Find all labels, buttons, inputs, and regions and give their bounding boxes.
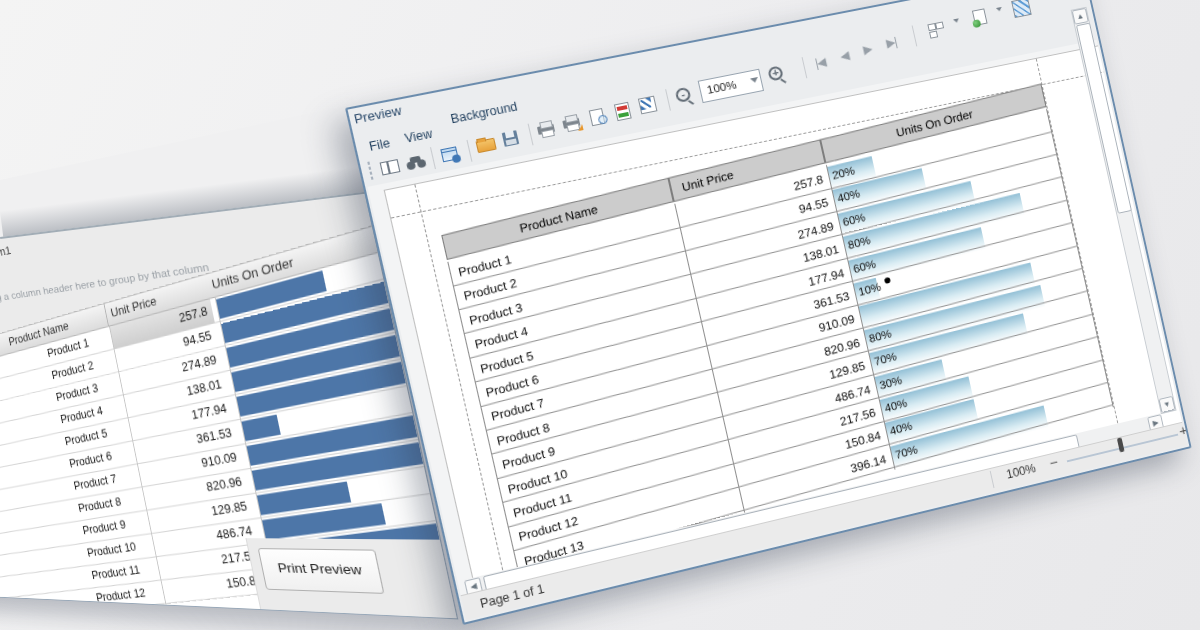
watermark-icon[interactable]	[1011, 0, 1032, 18]
table-column-line	[502, 503, 509, 529]
zoom-out-icon[interactable]: -	[673, 85, 695, 106]
docking-icon[interactable]	[378, 156, 401, 178]
zoom-in-icon[interactable]: +	[766, 64, 788, 85]
open-folder-icon[interactable]	[475, 134, 498, 155]
zoom-slider-thumb[interactable]	[1117, 437, 1125, 452]
page-setup-icon[interactable]	[586, 106, 608, 127]
cell-product-name: Product 10	[86, 540, 137, 559]
zoom-out-control[interactable]: −	[1048, 453, 1060, 471]
mouse-cursor	[884, 277, 891, 284]
last-page-icon[interactable]: ▶|	[884, 33, 898, 52]
window-title: Preview	[353, 104, 403, 127]
table-column-line	[491, 455, 498, 481]
cell-product-name: Product 5	[64, 427, 109, 448]
zoom-percentage: 100%	[1005, 461, 1037, 481]
previous-page-icon[interactable]: ◀	[839, 46, 851, 65]
preview-surface: Product Name Unit Price Units On Order P…	[367, 40, 1182, 598]
search-icon[interactable]	[404, 151, 427, 173]
cell-product-name: Product 11	[91, 563, 142, 582]
zoom-in-control[interactable]: +	[1177, 421, 1189, 439]
first-page-icon[interactable]: |◀	[813, 53, 827, 72]
customize-icon[interactable]	[439, 144, 462, 166]
print-preview-window: Preview File View Background - 100% + |◀…	[345, 0, 1192, 625]
cell-product-name: Product 12	[95, 586, 146, 604]
save-icon[interactable]	[500, 129, 523, 150]
table-column-line	[469, 358, 476, 384]
cell-product-name: Product 4	[59, 404, 103, 426]
table-column-line	[447, 262, 454, 288]
multiple-pages-icon[interactable]	[927, 19, 948, 39]
table-column-line	[480, 406, 487, 432]
next-page-icon[interactable]: ▶	[862, 40, 874, 59]
chevron-down-icon	[996, 6, 1003, 14]
toolbar-grip[interactable]	[366, 160, 375, 181]
chevron-down-icon	[750, 77, 760, 87]
scroll-down-button[interactable]: ▼	[1159, 396, 1176, 413]
scale-icon[interactable]	[612, 100, 634, 121]
menu-bar: File View Background	[354, 138, 359, 158]
menu-background[interactable]: Background	[449, 99, 518, 126]
table-column-line	[453, 286, 460, 312]
table-column-line	[464, 334, 471, 360]
table-column-line	[475, 382, 482, 408]
fit-to-page-icon[interactable]	[637, 94, 659, 115]
cell-product-name: Product 9	[82, 518, 127, 537]
export-icon[interactable]	[970, 8, 991, 28]
table-column-line	[508, 527, 515, 553]
cell-product-name: Product 8	[77, 495, 122, 515]
table-column-line	[458, 310, 465, 336]
table-column-line	[486, 431, 493, 457]
data-bar	[242, 415, 281, 442]
scroll-up-button[interactable]: ▲	[1072, 8, 1089, 25]
chevron-down-icon	[953, 18, 960, 26]
print-preview-button[interactable]: Print Preview	[258, 548, 385, 594]
zoom-combo[interactable]: 100%	[698, 68, 764, 102]
quick-print-icon[interactable]	[561, 112, 583, 133]
window-title: Form1	[0, 243, 12, 261]
print-icon[interactable]	[536, 118, 558, 139]
table-column-line	[497, 479, 504, 505]
cell-product-name: Product 7	[73, 472, 118, 492]
cell-product-name: Product 6	[68, 450, 113, 471]
